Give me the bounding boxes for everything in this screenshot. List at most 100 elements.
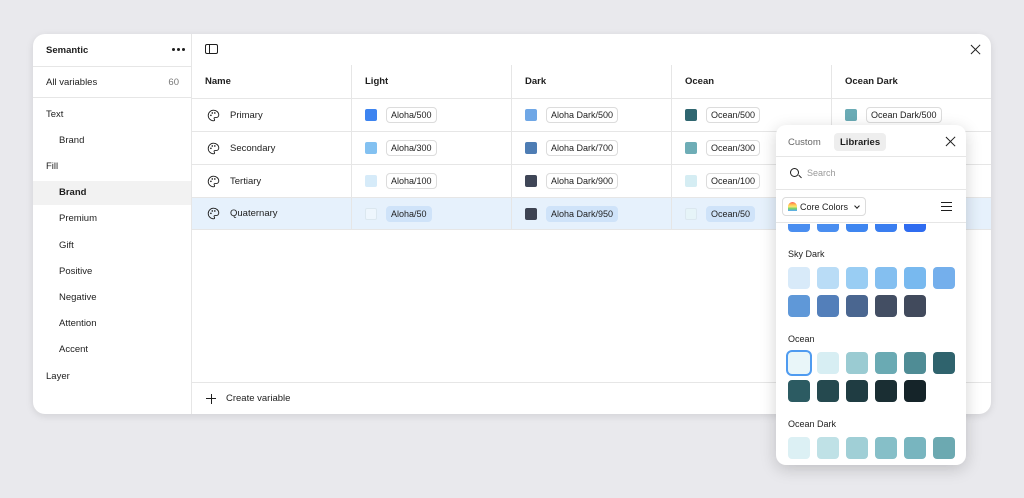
value-chip: Aloha Dark/500 — [546, 107, 619, 123]
sidebar-toggle-icon[interactable] — [205, 44, 218, 54]
variable-name: Tertiary — [230, 175, 262, 187]
value-chip: Aloha Dark/900 — [546, 173, 619, 189]
color-swatch-option[interactable] — [904, 224, 926, 232]
list-view-icon[interactable] — [941, 202, 952, 212]
column-header-ocean-dark: Ocean Dark — [831, 65, 991, 98]
sidebar-item-brand[interactable]: Brand — [33, 180, 191, 205]
color-swatch — [365, 142, 377, 154]
color-swatch-option[interactable] — [933, 437, 955, 459]
column-header-name: Name — [205, 76, 231, 87]
color-swatch-option[interactable] — [788, 437, 810, 459]
value-cell[interactable]: Aloha/500 — [351, 99, 511, 131]
sidebar-item-label: Brand — [59, 187, 87, 199]
color-swatch — [685, 109, 697, 121]
color-swatch — [685, 175, 697, 187]
sidebar-item-label: Fill — [46, 160, 59, 172]
color-swatch-option[interactable] — [846, 380, 868, 402]
color-swatch-option[interactable] — [933, 352, 955, 374]
value-chip: Ocean/100 — [706, 173, 761, 189]
sidebar-item-fill[interactable]: Fill — [33, 154, 191, 178]
sidebar-item-label: Attention — [59, 318, 97, 330]
chevron-down-icon — [854, 202, 860, 209]
color-swatch-option[interactable] — [817, 224, 839, 232]
sidebar-item-text[interactable]: Text — [33, 102, 191, 126]
value-chip: Aloha/100 — [386, 173, 437, 189]
sidebar-item-gift[interactable]: Gift — [33, 233, 191, 257]
value-cell[interactable]: Aloha Dark/900 — [511, 165, 671, 197]
color-swatch-option[interactable] — [875, 437, 897, 459]
color-swatch-option[interactable] — [817, 267, 839, 289]
color-swatch-option[interactable] — [904, 295, 926, 317]
sidebar-item-label: Premium — [59, 213, 98, 225]
column-header-ocean: Ocean — [671, 65, 831, 98]
color-swatch-option[interactable] — [788, 224, 810, 232]
sidebar-item-positive[interactable]: Positive — [33, 259, 191, 283]
color-swatch-option[interactable] — [846, 224, 868, 232]
value-chip: Aloha Dark/700 — [546, 140, 619, 156]
sidebar-item-accent[interactable]: Accent — [33, 338, 191, 362]
variable-name-cell: Primary — [192, 99, 351, 131]
color-swatch-option[interactable] — [875, 224, 897, 232]
tab-libraries[interactable]: Libraries — [834, 133, 887, 151]
search-icon — [790, 168, 799, 177]
color-swatch-option[interactable] — [788, 267, 810, 289]
sidebar-item-premium[interactable]: Premium — [33, 207, 191, 231]
group-label: Sky Dark — [788, 249, 825, 259]
sidebar-item-label: Gift — [59, 239, 74, 251]
value-cell[interactable]: Aloha/300 — [351, 132, 511, 164]
color-swatch-option[interactable] — [817, 437, 839, 459]
color-swatch — [525, 109, 537, 121]
sidebar-item-brand[interactable]: Brand — [33, 128, 191, 152]
color-swatch-option[interactable] — [904, 437, 926, 459]
value-cell[interactable]: Aloha Dark/950 — [511, 198, 671, 229]
color-swatch-option[interactable] — [817, 352, 839, 374]
palette-icon — [207, 109, 220, 122]
close-popover-icon[interactable] — [945, 136, 956, 147]
topbar — [192, 34, 991, 65]
tab-custom[interactable]: Custom — [782, 133, 827, 151]
color-swatch-option[interactable] — [788, 352, 810, 374]
close-icon[interactable] — [970, 44, 981, 55]
all-variables-item[interactable]: All variables 60 — [33, 66, 191, 98]
color-swatch-option[interactable] — [875, 295, 897, 317]
color-swatch-option[interactable] — [875, 380, 897, 402]
variable-name-cell: Quaternary — [192, 198, 351, 229]
color-picker-popover: Custom Libraries Core Colors Sky Dark Oce… — [776, 125, 966, 465]
color-swatch-option[interactable] — [788, 295, 810, 317]
search-input[interactable] — [807, 168, 947, 178]
sidebar-item-label: Positive — [59, 265, 93, 277]
sidebar-item-label: Negative — [59, 291, 97, 303]
library-dropdown[interactable]: Core Colors — [782, 197, 867, 216]
variable-name-cell: Tertiary — [192, 165, 351, 197]
color-swatch-option[interactable] — [933, 267, 955, 289]
value-chip: Ocean/50 — [706, 205, 756, 222]
color-swatch-option[interactable] — [904, 380, 926, 402]
color-swatch-option[interactable] — [875, 352, 897, 374]
color-swatch-option[interactable] — [817, 295, 839, 317]
value-cell[interactable]: Aloha Dark/500 — [511, 99, 671, 131]
color-swatch-option[interactable] — [846, 295, 868, 317]
group-label: Ocean — [788, 334, 815, 344]
color-swatch — [685, 142, 697, 154]
variable-name-cell: Secondary — [192, 132, 351, 164]
variable-name: Primary — [230, 109, 263, 121]
column-header-light: Light — [351, 65, 511, 98]
color-swatch-option[interactable] — [875, 267, 897, 289]
sidebar-item-attention[interactable]: Attention — [33, 312, 191, 336]
sidebar-item-layer[interactable]: Layer — [33, 364, 191, 388]
color-swatch-option[interactable] — [846, 267, 868, 289]
value-cell[interactable]: Aloha/100 — [351, 165, 511, 197]
palette-icon — [207, 175, 220, 188]
color-swatch — [365, 207, 377, 220]
more-icon[interactable] — [172, 48, 186, 52]
color-swatch-option[interactable] — [788, 380, 810, 402]
color-swatch-option[interactable] — [817, 380, 839, 402]
value-cell[interactable]: Aloha/50 — [351, 198, 511, 229]
color-swatch-option[interactable] — [846, 437, 868, 459]
value-cell[interactable]: Aloha Dark/700 — [511, 132, 671, 164]
color-swatch-option[interactable] — [904, 352, 926, 374]
color-swatch-option[interactable] — [846, 352, 868, 374]
color-swatch-option[interactable] — [904, 267, 926, 289]
sidebar-item-negative[interactable]: Negative — [33, 285, 191, 309]
color-swatch — [365, 175, 377, 187]
